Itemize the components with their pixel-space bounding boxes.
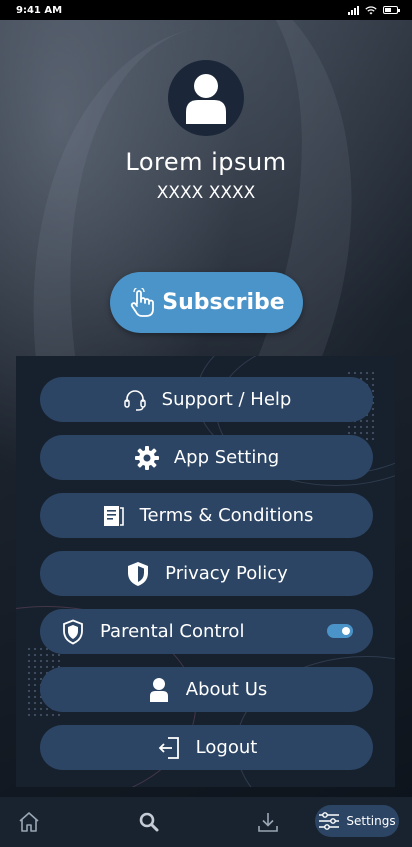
status-bar: 9:41 AM — [0, 0, 412, 20]
menu-item-about-us[interactable]: About Us — [40, 667, 373, 712]
profile-subtitle: XXXX XXXX — [156, 183, 256, 203]
menu-item-label: Terms & Conditions — [139, 505, 314, 526]
document-icon — [100, 503, 126, 529]
nav-settings[interactable]: Settings — [315, 805, 399, 837]
menu-item-label: Logout — [195, 737, 258, 758]
wifi-icon — [365, 5, 377, 14]
menu-item-privacy-policy[interactable]: Privacy Policy — [40, 551, 373, 596]
nav-search[interactable] — [134, 797, 164, 847]
shield-icon — [125, 561, 151, 587]
parental-control-toggle[interactable] — [327, 624, 353, 638]
hand-pointer-icon — [131, 287, 155, 317]
sliders-icon — [319, 812, 340, 830]
download-icon — [258, 813, 278, 832]
battery-icon — [383, 6, 400, 14]
signal-icon — [348, 5, 359, 15]
menu-item-logout[interactable]: Logout — [40, 725, 373, 770]
menu-item-support-help[interactable]: Support / Help — [40, 377, 373, 422]
status-icons — [348, 5, 400, 15]
search-icon — [139, 812, 159, 832]
menu-item-label: Privacy Policy — [165, 563, 288, 584]
settings-menu-panel: Support / Help App Setting Terms & Condi… — [16, 356, 395, 787]
toggle-knob — [342, 627, 350, 635]
bottom-nav: Settings — [0, 797, 412, 847]
menu-item-label: About Us — [185, 679, 268, 700]
subscribe-label: Subscribe — [162, 290, 285, 315]
subscribe-button[interactable]: Subscribe — [110, 272, 303, 333]
menu-item-label: Support / Help — [161, 389, 292, 410]
nav-home[interactable] — [14, 797, 44, 847]
logout-icon — [156, 735, 182, 761]
menu-item-label: App Setting — [173, 447, 280, 468]
menu-item-parental-control[interactable]: Parental Control — [40, 609, 373, 654]
home-icon — [19, 812, 39, 832]
profile-name: Lorem ipsum — [125, 148, 287, 176]
shield-check-icon — [60, 619, 86, 645]
headset-icon — [122, 387, 148, 413]
person-icon — [146, 677, 172, 703]
menu-item-label: Parental Control — [100, 621, 245, 642]
user-icon — [186, 74, 226, 124]
nav-settings-label: Settings — [346, 814, 396, 828]
menu-item-terms-conditions[interactable]: Terms & Conditions — [40, 493, 373, 538]
menu-item-app-setting[interactable]: App Setting — [40, 435, 373, 480]
status-time: 9:41 AM — [16, 4, 63, 16]
nav-download[interactable] — [253, 797, 283, 847]
avatar[interactable] — [168, 60, 244, 136]
gear-icon — [134, 445, 160, 471]
